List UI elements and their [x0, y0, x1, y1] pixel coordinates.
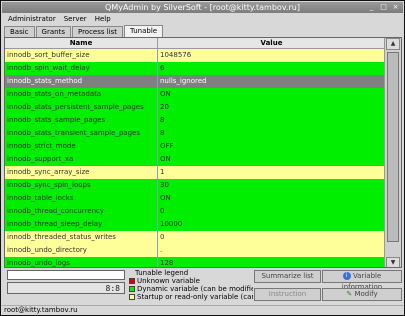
- table-row[interactable]: innodb_sort_buffer_size 1048576: [5, 49, 385, 62]
- modify-button[interactable]: ✎ Modify: [322, 288, 402, 301]
- variable-name-cell: innodb_sort_buffer_size: [5, 49, 158, 62]
- scrollbar-thumb[interactable]: [387, 52, 399, 242]
- variable-value-cell: 10000: [160, 220, 183, 228]
- legend-swatch-static: [129, 294, 135, 300]
- variable-value-cell: 1048576: [160, 51, 192, 59]
- lcd-counter: 8:8: [7, 282, 125, 294]
- variable-name-cell: innodb_sync_array_size: [5, 166, 158, 179]
- vertical-scrollbar[interactable]: ▲ ▼: [384, 38, 401, 267]
- variable-name-cell: innodb_stats_transient_sample_pages: [5, 127, 158, 140]
- variable-value-cell: .: [160, 246, 163, 254]
- menu-bar: Administrator Server Help: [2, 14, 403, 25]
- table-row[interactable]: innodb_stats_persistent_sample_pages 20: [5, 101, 385, 114]
- table-header: Name Value: [5, 38, 385, 49]
- variable-value-cell: ON: [160, 194, 171, 202]
- tunable-table: Name Value innodb_sort_buffer_size 104857…: [4, 37, 402, 268]
- variable-value-cell: ON: [160, 90, 171, 98]
- table-row[interactable]: innodb_spin_wait_delay 6: [5, 62, 385, 75]
- status-bar: root@kitty.tambov.ru: [2, 305, 403, 315]
- variable-value-cell: OFF: [160, 142, 174, 150]
- variable-name-cell: innodb_thread_concurrency: [5, 205, 158, 218]
- table-row[interactable]: innodb_support_xa ON: [5, 153, 385, 166]
- variable-name-cell: innodb_table_locks: [5, 192, 158, 205]
- variable-information-button[interactable]: i Variable information: [322, 270, 402, 291]
- info-icon: i: [342, 272, 351, 280]
- window-title: QMyAdmin by SilverSoft - [root@kitty.tam…: [105, 3, 300, 12]
- legend-item: Dynamic variable (can be modified): [129, 285, 253, 293]
- variable-value-cell: 0: [160, 233, 165, 241]
- tunable-legend: Tunable legend Unknown variable Dynamic …: [129, 269, 253, 306]
- legend-label: Startup or read-only variable (cannot be…: [137, 293, 253, 301]
- app-window: QMyAdmin by SilverSoft - [root@kitty.tam…: [0, 0, 405, 316]
- tab-bar: Basic Grants Process list Tunable: [4, 25, 164, 37]
- variable-value-cell: 1: [160, 168, 165, 176]
- table-row[interactable]: innodb_thread_concurrency 0: [5, 205, 385, 218]
- summarize-list-button[interactable]: Summarize list: [254, 270, 321, 283]
- variable-name-cell: innodb_stats_method: [5, 75, 158, 88]
- legend-label: Unknown variable: [137, 277, 200, 285]
- title-bar[interactable]: QMyAdmin by SilverSoft - [root@kitty.tam…: [2, 2, 403, 13]
- variable-value-cell: 0: [160, 207, 165, 215]
- table-row[interactable]: innodb_strict_mode OFF: [5, 140, 385, 153]
- filter-input[interactable]: [7, 270, 125, 280]
- modify-label: Modify: [354, 290, 378, 298]
- table-row[interactable]: innodb_stats_on_metadata ON: [5, 88, 385, 101]
- variable-name-cell: innodb_sync_spin_loops: [5, 179, 158, 192]
- legend-item: Startup or read-only variable (cannot be…: [129, 293, 253, 301]
- legend-title: Tunable legend: [135, 269, 189, 277]
- variable-value-cell: 6: [160, 64, 165, 72]
- menu-help[interactable]: Help: [95, 14, 111, 25]
- table-row[interactable]: innodb_undo_directory.: [5, 244, 385, 257]
- variable-value-cell: 8: [160, 129, 165, 137]
- maximize-icon[interactable]: □: [379, 3, 388, 11]
- tab-basic[interactable]: Basic: [4, 26, 35, 37]
- variable-value-cell: nulls_ignored: [160, 77, 207, 85]
- variable-value-cell: 30: [160, 181, 169, 189]
- table-row[interactable]: innodb_stats_transient_sample_pages 8: [5, 127, 385, 140]
- column-header-value[interactable]: Value: [158, 38, 385, 48]
- table-row[interactable]: innodb_sync_array_size 1: [5, 166, 385, 179]
- menu-server[interactable]: Server: [64, 14, 87, 25]
- instruction-button[interactable]: Instruction: [254, 288, 321, 301]
- table-row[interactable]: innodb_table_locks ON: [5, 192, 385, 205]
- variable-value-cell: 128: [160, 259, 174, 267]
- legend-swatch-unknown: [129, 278, 135, 284]
- legend-label: Dynamic variable (can be modified): [137, 285, 253, 293]
- table-row[interactable]: innodb_stats_sample_pages 8: [5, 114, 385, 127]
- variable-name-cell: innodb_strict_mode: [5, 140, 158, 153]
- variable-name-cell: innodb_stats_persistent_sample_pages: [5, 101, 158, 114]
- variable-value-cell: 8: [160, 116, 165, 124]
- variable-name-cell: innodb_spin_wait_delay: [5, 62, 158, 75]
- variable-name-cell: innodb_undo_directory: [5, 244, 158, 257]
- table-row[interactable]: innodb_sync_spin_loops 30: [5, 179, 385, 192]
- variable-name-cell: innodb_support_xa: [5, 153, 158, 166]
- variable-value-cell: ON: [160, 155, 171, 163]
- tab-grants[interactable]: Grants: [35, 26, 71, 37]
- column-header-name[interactable]: Name: [5, 38, 158, 48]
- table-row[interactable]: innodb_stats_method nulls_ignored: [5, 75, 385, 88]
- pencil-icon: ✎: [346, 290, 353, 298]
- menu-administrator[interactable]: Administrator: [8, 14, 56, 25]
- legend-item: Unknown variable: [129, 277, 253, 285]
- variable-name-cell: innodb_undo_logs: [5, 257, 158, 267]
- close-icon[interactable]: ×: [391, 3, 400, 11]
- variable-name-cell: innodb_stats_sample_pages: [5, 114, 158, 127]
- scroll-up-icon[interactable]: ▲: [386, 38, 400, 50]
- table-row[interactable]: innodb_thread_sleep_delay 10000: [5, 218, 385, 231]
- variable-value-cell: 20: [160, 103, 169, 111]
- tab-tunable[interactable]: Tunable: [124, 25, 164, 37]
- tab-process-list[interactable]: Process list: [71, 26, 124, 37]
- variable-name-cell: innodb_stats_on_metadata: [5, 88, 158, 101]
- table-row[interactable]: innodb_undo_logs 128: [5, 257, 385, 267]
- window-controls: _ □ ×: [367, 3, 400, 12]
- table-row[interactable]: innodb_threaded_status_writes 0: [5, 231, 385, 244]
- table-body: innodb_sort_buffer_size 1048576 innodb_spi…: [5, 49, 385, 267]
- variable-name-cell: innodb_thread_sleep_delay: [5, 218, 158, 231]
- scroll-down-icon[interactable]: ▼: [386, 257, 400, 267]
- minimize-icon[interactable]: _: [367, 3, 376, 11]
- variable-name-cell: innodb_threaded_status_writes: [5, 231, 158, 244]
- legend-swatch-dynamic: [129, 286, 135, 292]
